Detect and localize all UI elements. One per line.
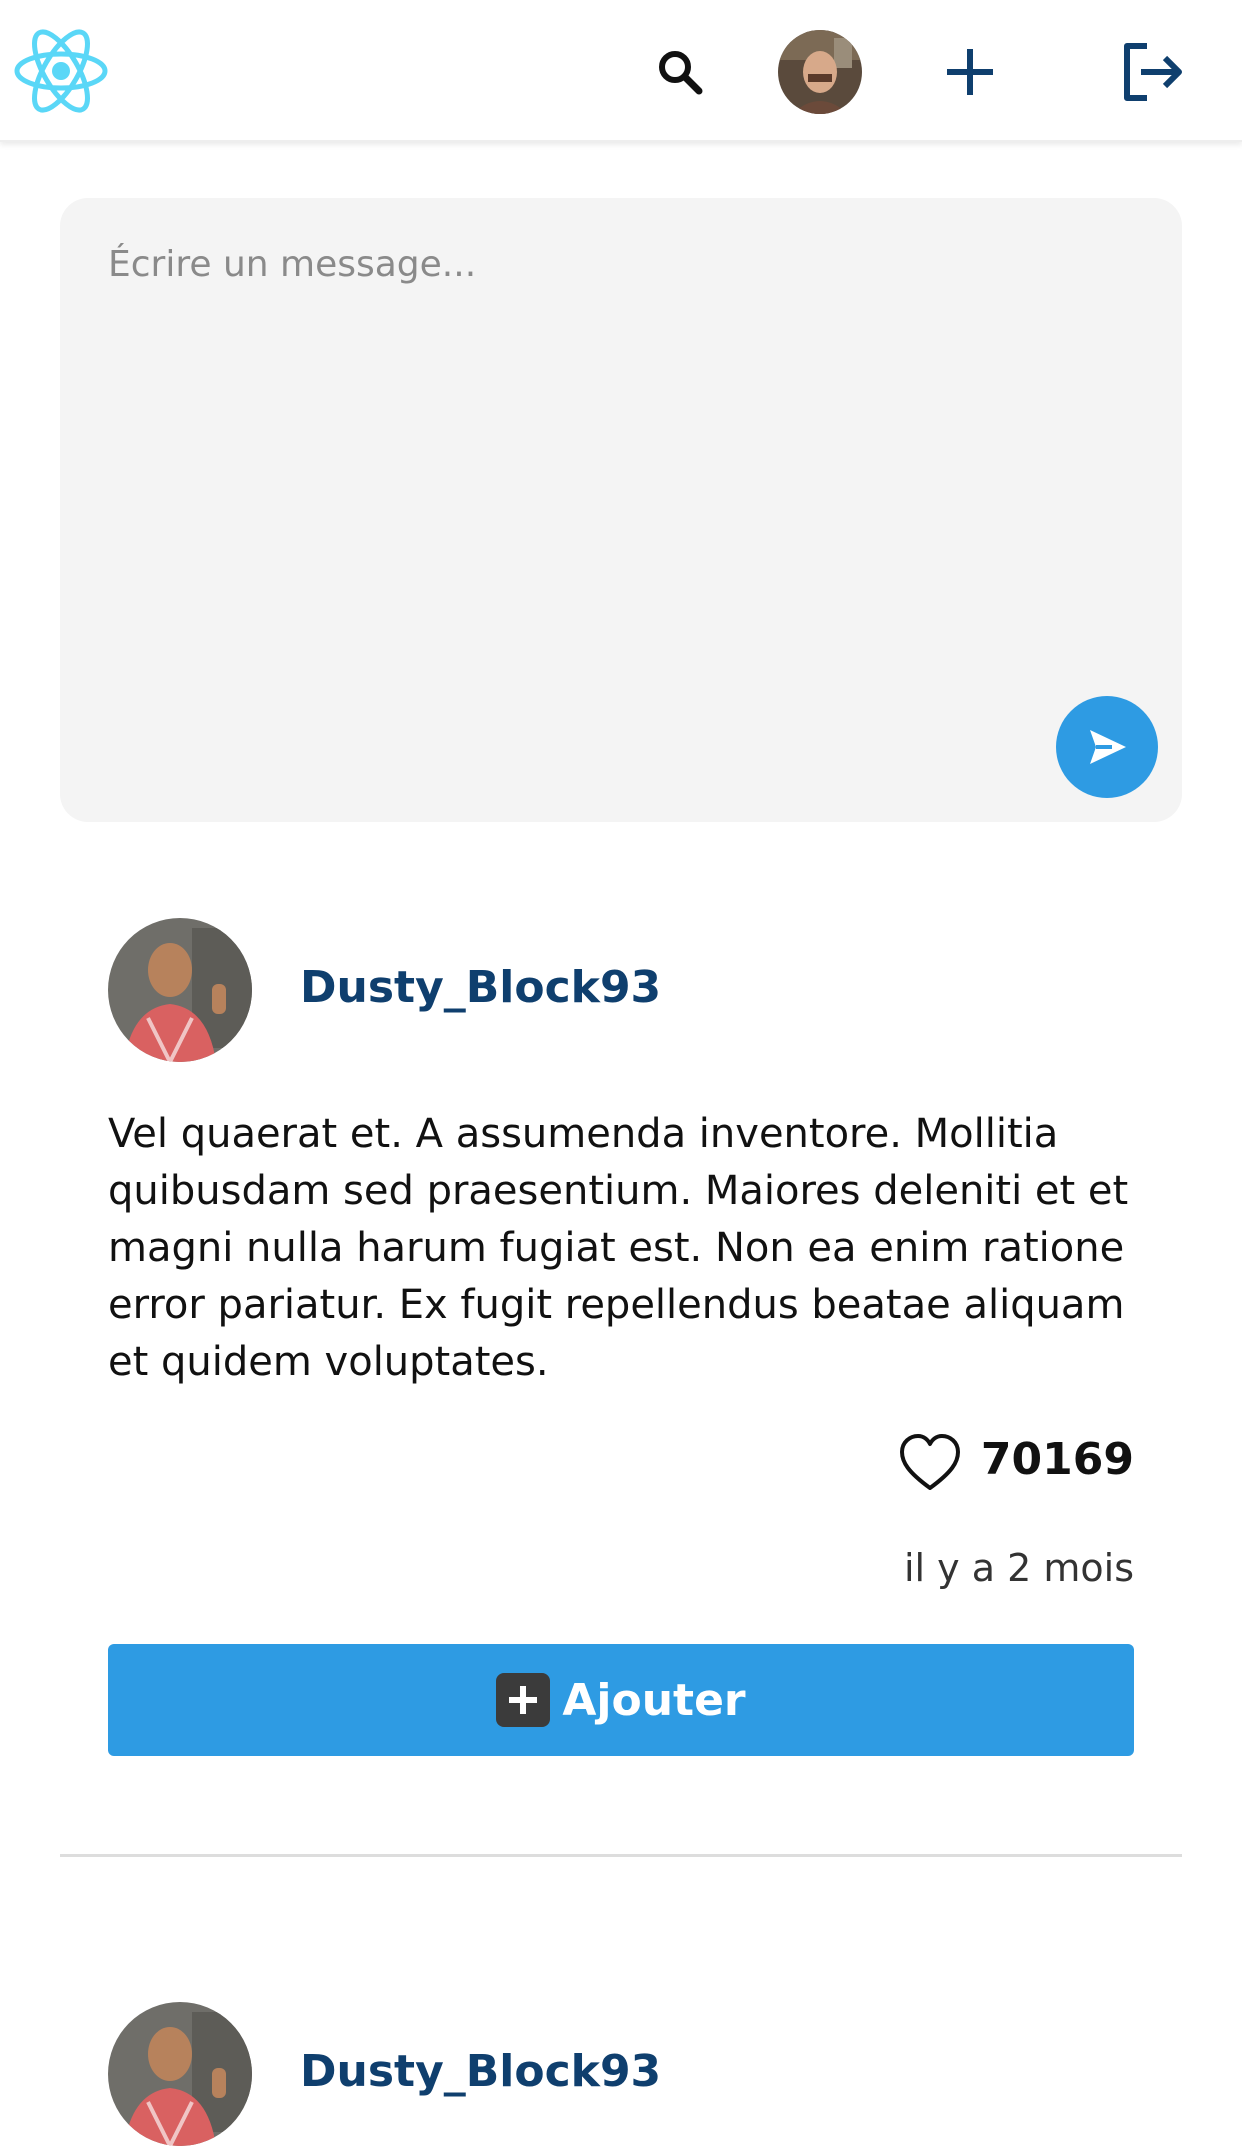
add-button[interactable]: Ajouter [108,1644,1134,1756]
add-button-label: Ajouter [562,1674,746,1726]
message-input[interactable] [60,198,1182,822]
search-icon [659,51,703,95]
search-button[interactable] [640,36,720,108]
plus-emoji-icon [496,1673,551,1727]
add-post-header-button[interactable] [930,32,1010,112]
logout-icon [1124,43,1182,101]
user-avatar-button[interactable] [778,30,862,114]
post-author-name[interactable]: Dusty_Block93 [300,2046,661,2097]
avatar [108,918,252,1062]
post-divider [60,1854,1182,1857]
avatar [108,2002,252,2146]
send-icon [1090,730,1126,764]
heart-icon[interactable] [898,1432,962,1492]
plus-icon [947,49,993,95]
post-author-name[interactable]: Dusty_Block93 [300,962,661,1013]
message-composer [60,198,1182,822]
post-author-avatar[interactable] [108,918,252,1062]
like-count: 70169 [980,1434,1134,1485]
avatar [778,30,862,114]
post-content: Vel quaerat et. A assumenda inventore. M… [108,1111,1129,1385]
post-timestamp: il y a 2 mois [903,1546,1134,1590]
logout-button[interactable] [1112,32,1192,112]
top-navbar [0,0,1242,142]
send-button[interactable] [1056,696,1158,798]
post-author-avatar[interactable] [108,2002,252,2146]
react-logo-icon[interactable] [12,24,110,118]
